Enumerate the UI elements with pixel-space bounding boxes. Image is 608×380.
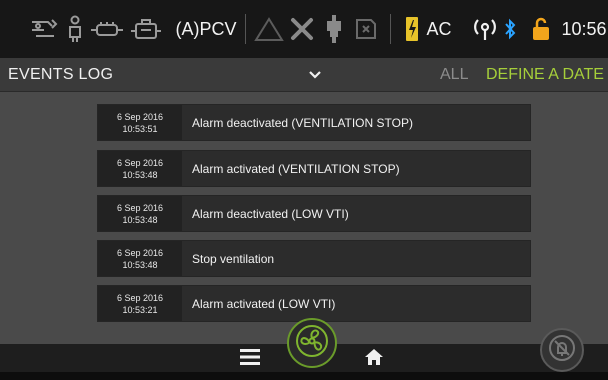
battery-charging-icon (404, 0, 420, 58)
patient-icon[interactable] (64, 0, 86, 58)
tools-icon[interactable] (286, 0, 318, 58)
alarm-silence-icon (548, 334, 576, 367)
home-button[interactable] (360, 346, 388, 372)
event-timestamp: 6 Sep 2016 10:53:48 (98, 196, 182, 231)
event-date: 6 Sep 2016 (116, 157, 164, 168)
power-source-label: AC (426, 18, 452, 39)
log-type-dropdown[interactable] (300, 58, 330, 91)
event-time: 10:53:48 (122, 259, 158, 270)
clock-time: 10:56 (561, 18, 607, 39)
event-row[interactable]: 6 Sep 2016 10:53:21 Alarm activated (LOW… (97, 285, 531, 322)
event-message: Alarm deactivated (VENTILATION STOP) (192, 115, 413, 130)
circuit-icon[interactable] (28, 0, 62, 58)
unlock-icon[interactable] (530, 0, 552, 58)
ventilation-button[interactable] (287, 318, 337, 368)
divider (245, 14, 246, 44)
chevron-down-icon (309, 66, 321, 84)
menu-icon (240, 348, 260, 370)
event-date: 6 Sep 2016 (116, 292, 164, 303)
wireless-icon[interactable] (470, 0, 500, 58)
event-time: 10:53:51 (122, 123, 158, 134)
bluetooth-icon[interactable] (500, 0, 520, 58)
event-timestamp: 6 Sep 2016 10:53:48 (98, 151, 182, 186)
event-date: 6 Sep 2016 (116, 111, 164, 122)
oxygen-icon[interactable] (128, 0, 164, 58)
event-date: 6 Sep 2016 (116, 247, 164, 258)
page-title: EVENTS LOG (8, 66, 114, 83)
event-time: 10:53:48 (122, 169, 158, 180)
event-message: Stop ventilation (192, 251, 275, 266)
event-time: 10:53:48 (122, 214, 158, 225)
connector-icon[interactable] (320, 0, 348, 58)
event-timestamp: 6 Sep 2016 10:53:51 (98, 105, 182, 140)
event-message: Alarm activated (VENTILATION STOP) (192, 161, 400, 176)
event-date: 6 Sep 2016 (116, 202, 164, 213)
event-time: 10:53:21 (122, 304, 158, 315)
event-row[interactable]: 6 Sep 2016 10:53:51 Alarm deactivated (V… (97, 104, 531, 141)
event-message: Alarm activated (LOW VTI) (192, 296, 336, 311)
valve-icon[interactable] (350, 0, 382, 58)
event-row[interactable]: 6 Sep 2016 10:53:48 Alarm activated (VEN… (97, 150, 531, 187)
divider (390, 14, 391, 44)
ventilation-fan-icon (295, 324, 329, 363)
event-row[interactable]: 6 Sep 2016 10:53:48 Stop ventilation (97, 240, 531, 277)
humidifier-icon[interactable] (88, 0, 126, 58)
menu-button[interactable] (236, 346, 264, 372)
bottom-edge (0, 372, 608, 380)
filter-define-date-tab[interactable]: DEFINE A DATE (486, 58, 604, 91)
warning-triangle-icon[interactable] (252, 0, 286, 58)
events-log-header: EVENTS LOG ALL DEFINE A DATE (0, 58, 608, 92)
event-timestamp: 6 Sep 2016 10:53:48 (98, 241, 182, 276)
status-bar: (A)PCV AC 10:56 (0, 0, 608, 58)
event-message: Alarm deactivated (LOW VTI) (192, 206, 349, 221)
ventilation-mode: (A)PCV (175, 18, 237, 39)
filter-all-tab[interactable]: ALL (440, 58, 468, 91)
events-list[interactable]: 6 Sep 2016 10:53:51 Alarm deactivated (V… (0, 92, 608, 344)
event-timestamp: 6 Sep 2016 10:53:21 (98, 286, 182, 321)
alarm-silence-button[interactable] (540, 328, 584, 372)
home-icon (364, 348, 384, 371)
event-row[interactable]: 6 Sep 2016 10:53:48 Alarm deactivated (L… (97, 195, 531, 232)
